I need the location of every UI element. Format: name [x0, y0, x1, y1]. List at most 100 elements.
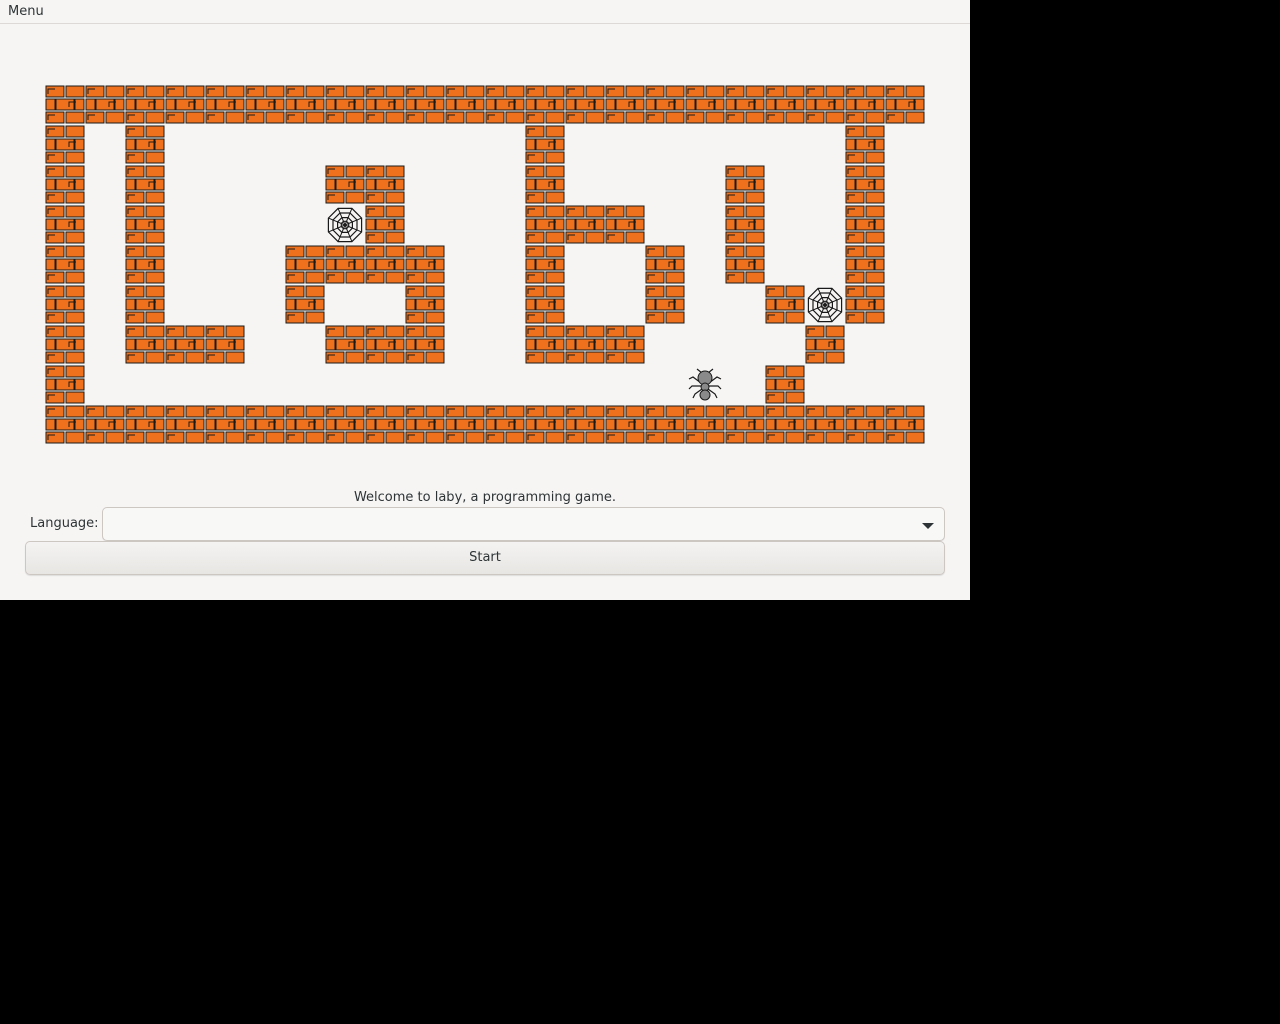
menu-button[interactable]: Menu: [8, 4, 44, 19]
wall-tile: [285, 85, 325, 124]
wall-tile: [45, 125, 85, 164]
wall-tile: [125, 125, 165, 164]
wall-tile: [45, 285, 85, 324]
wall-tile: [205, 325, 245, 364]
wall-tile: [485, 405, 525, 444]
spider-web-icon: [327, 207, 363, 243]
wall-tile: [325, 325, 365, 364]
wall-tile: [45, 165, 85, 204]
wall-tile: [725, 405, 765, 444]
wall-tile: [365, 165, 405, 204]
wall-tile: [525, 165, 565, 204]
wall-tile: [205, 405, 245, 444]
wall-tile: [165, 405, 205, 444]
wall-tile: [405, 325, 445, 364]
wall-tile: [845, 245, 885, 284]
wall-tile: [165, 325, 205, 364]
wall-tile: [125, 405, 165, 444]
wall-tile: [805, 405, 845, 444]
wall-tile: [405, 245, 445, 284]
wall-tile: [445, 85, 485, 124]
wall-tile: [405, 85, 445, 124]
wall-tile: [285, 405, 325, 444]
wall-tile: [125, 85, 165, 124]
wall-tile: [525, 325, 565, 364]
wall-tile: [605, 205, 645, 244]
wall-tile: [125, 245, 165, 284]
wall-tile: [45, 245, 85, 284]
wall-tile: [125, 165, 165, 204]
wall-tile: [245, 85, 285, 124]
wall-tile: [245, 405, 285, 444]
wall-tile: [565, 205, 605, 244]
welcome-message: Welcome to laby, a programming game.: [353, 490, 617, 505]
language-label: Language:: [30, 516, 99, 531]
wall-tile: [405, 405, 445, 444]
menubar: Menu: [0, 0, 970, 24]
wall-tile: [845, 285, 885, 324]
wall-tile: [365, 205, 405, 244]
game-board: [45, 85, 925, 444]
wall-tile: [285, 285, 325, 324]
wall-tile: [365, 325, 405, 364]
wall-tile: [725, 205, 765, 244]
wall-tile: [165, 85, 205, 124]
wall-tile: [525, 85, 565, 124]
wall-tile: [525, 125, 565, 164]
wall-tile: [325, 245, 365, 284]
wall-tile: [365, 245, 405, 284]
wall-tile: [805, 325, 845, 364]
start-button[interactable]: Start: [25, 541, 945, 575]
wall-tile: [605, 85, 645, 124]
wall-tile: [725, 245, 765, 284]
wall-tile: [525, 285, 565, 324]
wall-tile: [765, 85, 805, 124]
wall-tile: [45, 205, 85, 244]
wall-tile: [45, 85, 85, 124]
wall-tile: [125, 205, 165, 244]
wall-tile: [645, 405, 685, 444]
wall-tile: [605, 325, 645, 364]
wall-tile: [85, 85, 125, 124]
wall-tile: [725, 85, 765, 124]
wall-tile: [685, 85, 725, 124]
wall-tile: [765, 285, 805, 324]
wall-tile: [525, 245, 565, 284]
wall-tile: [45, 405, 85, 444]
wall-tile: [645, 85, 685, 124]
wall-tile: [125, 325, 165, 364]
wall-tile: [565, 85, 605, 124]
wall-tile: [765, 365, 805, 404]
wall-tile: [405, 285, 445, 324]
wall-tile: [85, 405, 125, 444]
wall-tile: [765, 405, 805, 444]
wall-tile: [605, 405, 645, 444]
wall-tile: [365, 405, 405, 444]
wall-tile: [845, 405, 885, 444]
wall-tile: [565, 325, 605, 364]
wall-tile: [525, 205, 565, 244]
spider-web-icon: [807, 287, 843, 323]
wall-tile: [325, 165, 365, 204]
wall-tile: [845, 165, 885, 204]
wall-tile: [725, 165, 765, 204]
wall-tile: [125, 285, 165, 324]
wall-tile: [565, 405, 605, 444]
wall-tile: [885, 405, 925, 444]
wall-tile: [645, 285, 685, 324]
wall-tile: [845, 205, 885, 244]
wall-tile: [45, 365, 85, 404]
wall-tile: [845, 85, 885, 124]
wall-tile: [645, 245, 685, 284]
wall-tile: [885, 85, 925, 124]
wall-tile: [845, 125, 885, 164]
wall-tile: [805, 85, 845, 124]
language-select[interactable]: [102, 507, 945, 541]
wall-tile: [365, 85, 405, 124]
chevron-down-icon: [922, 523, 934, 529]
wall-tile: [445, 405, 485, 444]
main-window: Menu Welcome to laby, a programming game…: [0, 0, 970, 600]
wall-tile: [205, 85, 245, 124]
wall-tile: [325, 405, 365, 444]
wall-tile: [285, 245, 325, 284]
